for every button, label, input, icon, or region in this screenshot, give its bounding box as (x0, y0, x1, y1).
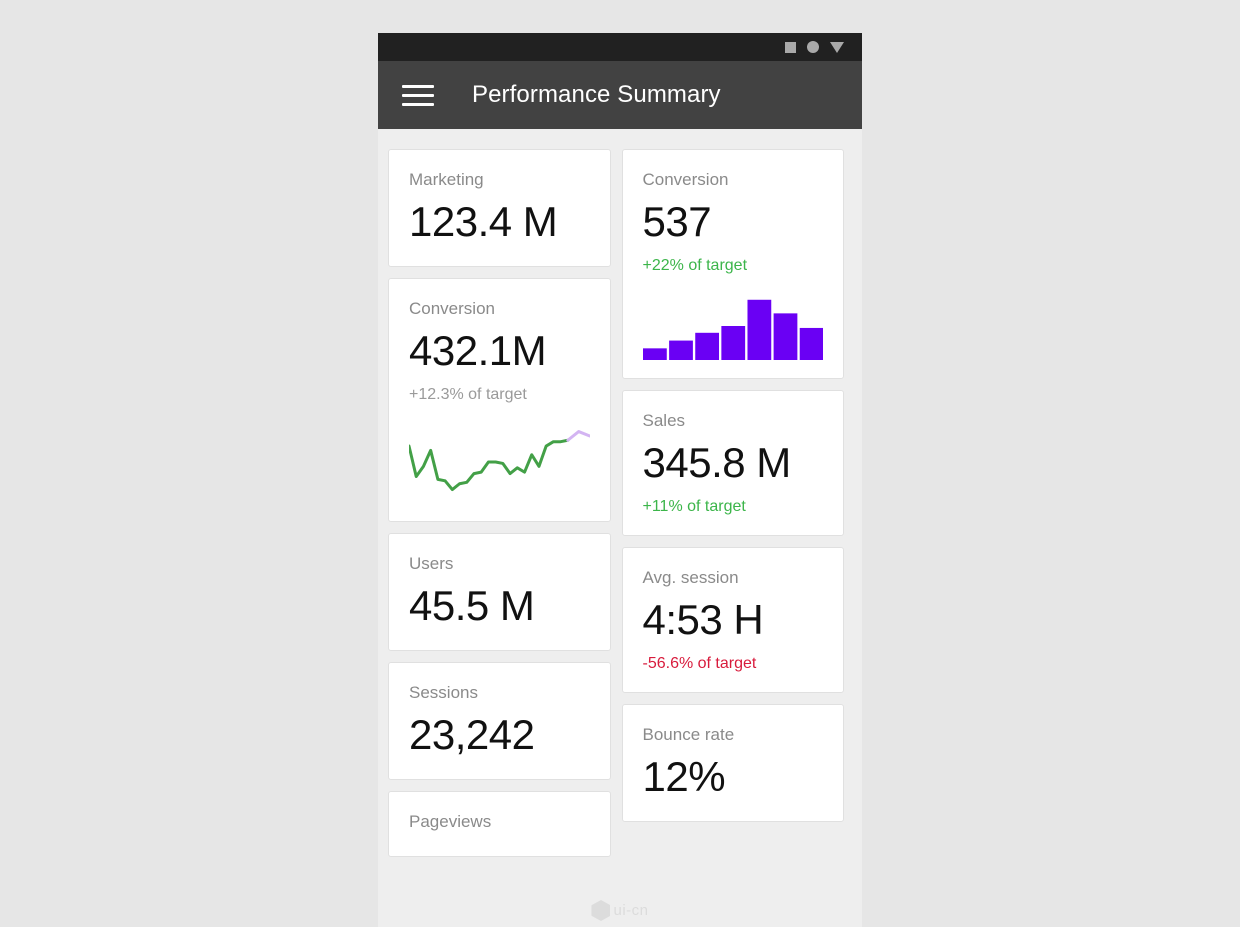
card-value: 123.4 M (409, 198, 558, 245)
conversion-bar-chart (642, 292, 823, 360)
app-toolbar: Performance Summary (378, 61, 862, 129)
square-icon (785, 41, 796, 53)
card-title: Marketing (409, 170, 484, 189)
sparkline-series-actual (409, 440, 568, 489)
card-value: 45.5 M (409, 582, 535, 629)
card-value: 537 (642, 198, 712, 245)
card-delta: +22% of target (642, 257, 748, 274)
card-delta: +12.3% of target (409, 386, 527, 403)
hamburger-menu-icon[interactable] (400, 80, 436, 110)
status-bar (378, 33, 862, 61)
bar (720, 326, 745, 360)
bar (642, 348, 667, 360)
card-conversion-bars[interactable]: Conversion 537 +22% of target (621, 149, 844, 379)
card-users[interactable]: Users 45.5 M (388, 533, 611, 651)
card-value: 12% (642, 753, 726, 800)
card-delta: +11% of target (642, 498, 746, 515)
sparkline-svg (409, 421, 590, 503)
card-sales[interactable]: Sales 345.8 M +11% of target (621, 390, 844, 536)
triangle-down-icon (830, 41, 844, 53)
bar (694, 332, 719, 360)
card-value: 4:53 H (642, 596, 764, 643)
bar (668, 340, 693, 360)
card-title: Sales (642, 411, 686, 430)
page-title: Performance Summary (472, 81, 721, 108)
bar (799, 327, 823, 360)
card-value: 345.8 M (642, 439, 792, 486)
bar-chart-svg (642, 299, 823, 360)
card-sessions[interactable]: Sessions 23,242 (388, 662, 611, 780)
card-title: Bounce rate (642, 725, 735, 744)
sparkline-series-forecast (568, 432, 590, 441)
card-conversion-sparkline[interactable]: Conversion 432.1M +12.3% of target (388, 278, 611, 522)
card-marketing[interactable]: Marketing 123.4 M (388, 149, 611, 267)
card-value: 23,242 (409, 711, 535, 758)
card-title: Sessions (409, 683, 478, 702)
menu-bar-2 (402, 93, 434, 97)
card-value: 432.1M (409, 327, 547, 374)
left-column: Marketing 123.4 M Conversion 432.1M +12.… (388, 149, 611, 927)
card-title: Avg. session (642, 568, 739, 587)
bar (773, 313, 797, 360)
menu-bar-3 (402, 102, 434, 106)
card-bounce-rate[interactable]: Bounce rate 12% (621, 704, 844, 822)
conversion-sparkline-chart (409, 421, 590, 503)
menu-bar-1 (402, 84, 434, 88)
card-title: Pageviews (409, 812, 492, 831)
card-avg-session[interactable]: Avg. session 4:53 H -56.6% of target (621, 547, 844, 693)
phone-viewport: Performance Summary Marketing 123.4 M Co… (378, 33, 862, 927)
circle-icon (807, 41, 819, 53)
right-column: Conversion 537 +22% of target Sales 345.… (621, 149, 844, 927)
card-pageviews[interactable]: Pageviews (388, 791, 611, 857)
card-delta: -56.6% of target (642, 655, 757, 672)
bar (746, 299, 771, 360)
card-title: Users (409, 554, 454, 573)
card-title: Conversion (409, 299, 495, 318)
dashboard-grid: Marketing 123.4 M Conversion 432.1M +12.… (378, 129, 862, 927)
card-title: Conversion (642, 170, 729, 189)
